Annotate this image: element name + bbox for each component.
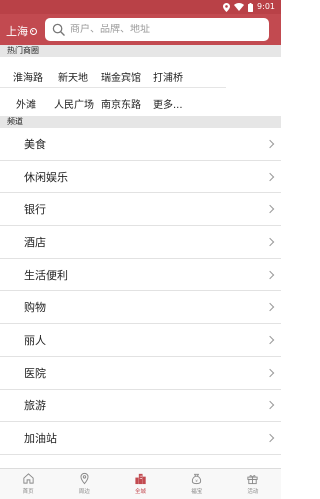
search-input[interactable] [70, 24, 260, 35]
chevron-right-icon [265, 401, 275, 410]
channel-item-travel[interactable]: 旅游 [0, 390, 281, 423]
tab-label: 首页 [22, 489, 34, 495]
channel-item-label: 医院 [24, 366, 46, 380]
svg-text:¥: ¥ [196, 479, 199, 483]
channel-list: 美食 休闲娱乐 银行 酒店 生活便利 购物 丽人 医院 旅游 加油站 [0, 128, 281, 455]
channel-item-label: 银行 [24, 203, 46, 217]
gift-icon [247, 475, 259, 485]
channel-item-hospital[interactable]: 医院 [0, 357, 281, 390]
home-icon [22, 473, 34, 484]
channel-item-label: 美食 [24, 137, 46, 151]
channel-item-leisure[interactable]: 休闲娱乐 [0, 161, 281, 194]
search-box[interactable] [45, 18, 269, 41]
channel-item-label: 生活便利 [24, 268, 68, 282]
tab-home[interactable]: 首页 [0, 469, 56, 499]
chevron-right-icon [265, 368, 275, 377]
hot-area-item[interactable]: 人民广场 [54, 96, 94, 111]
chevron-right-icon [265, 303, 275, 312]
location-status-icon [223, 2, 231, 12]
channel-item-hotel[interactable]: 酒店 [0, 226, 281, 259]
status-icons: 9:01 [223, 2, 275, 12]
chevron-right-icon [265, 270, 275, 279]
city-selector[interactable]: 上海 [6, 23, 37, 39]
tab-fubao[interactable]: ¥ 福宝 [169, 469, 225, 499]
tab-city[interactable]: 全城 [112, 469, 168, 499]
header: 上海 [0, 14, 281, 45]
chevron-right-icon [265, 433, 275, 443]
tab-activity[interactable]: 活动 [225, 469, 281, 499]
hot-area-item[interactable]: 瑞金宾馆 [101, 69, 141, 84]
chevron-right-icon [265, 237, 275, 247]
channel-item-label: 旅游 [24, 399, 46, 413]
chevron-right-icon [265, 139, 275, 149]
tab-label: 周边 [78, 489, 90, 495]
channel-item-food[interactable]: 美食 [0, 128, 281, 161]
channel-item-label: 休闲娱乐 [24, 170, 68, 184]
channel-item-bank[interactable]: 银行 [0, 193, 281, 227]
bottom-tab-bar: 首页 周边 全城 ¥ 福宝 活动 [0, 468, 281, 499]
tab-label: 活动 [247, 489, 259, 495]
hot-area-item[interactable]: 淮海路 [13, 69, 43, 84]
city-buildings-icon [135, 473, 146, 485]
channel-item-label: 购物 [24, 301, 46, 315]
city-name: 上海 [6, 25, 28, 38]
wifi-icon [234, 3, 245, 11]
tab-label: 福宝 [191, 489, 203, 495]
money-bag-icon: ¥ [192, 473, 202, 485]
city-dropdown-icon [30, 27, 37, 35]
chevron-right-icon [265, 172, 275, 181]
hot-area-item[interactable]: 南京东路 [101, 96, 141, 111]
channel-item-label: 丽人 [24, 333, 46, 347]
hot-areas-label: 热门商圈 [0, 45, 281, 57]
tab-nearby[interactable]: 周边 [56, 469, 112, 499]
status-time: 9:01 [257, 2, 275, 11]
chevron-right-icon [265, 335, 275, 345]
battery-icon [248, 2, 254, 12]
channel-item-label: 加油站 [24, 432, 57, 446]
location-pin-icon [80, 472, 89, 485]
channel-item-shopping[interactable]: 购物 [0, 291, 281, 325]
hot-areas-divider [0, 87, 226, 88]
hot-areas-grid: 淮海路 新天地 瑞金宾馆 打浦桥 外滩 人民广场 南京东路 更多... [0, 57, 281, 116]
channel-item-label: 酒店 [24, 235, 46, 249]
channels-label: 频道 [0, 116, 281, 128]
more-hot-areas-link[interactable]: 更多... [153, 96, 183, 111]
tab-label: 全城 [135, 489, 147, 495]
hot-area-item[interactable]: 新天地 [58, 69, 88, 84]
search-icon [52, 23, 65, 36]
chevron-right-icon [265, 204, 275, 214]
hot-area-item[interactable]: 外滩 [16, 96, 36, 111]
channel-item-beauty[interactable]: 丽人 [0, 324, 281, 357]
hot-area-item[interactable]: 打浦桥 [153, 69, 183, 84]
status-bar: 9:01 [0, 0, 281, 14]
channel-item-gas-station[interactable]: 加油站 [0, 422, 281, 455]
channel-item-convenience[interactable]: 生活便利 [0, 259, 281, 292]
